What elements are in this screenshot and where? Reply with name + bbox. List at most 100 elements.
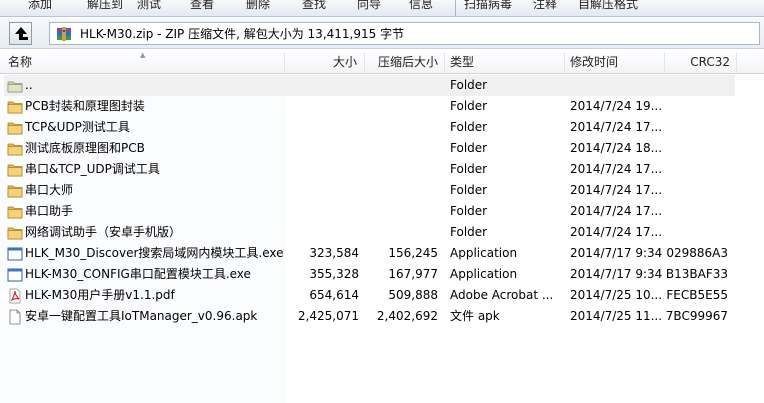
column-packed-size[interactable]: 压缩后大小 [365, 51, 444, 74]
address-bar: HLK-M30.zip - ZIP 压缩文件, 解包大小为 13,411,915… [0, 18, 764, 49]
cell-name: 串口助手 [25, 204, 74, 218]
cell-size [285, 180, 359, 201]
cell-name: 安卓一键配置工具IoTManager_v0.96.apk [25, 309, 258, 323]
cell-crc32 [664, 138, 728, 159]
table-row[interactable]: 测试底板原理图和PCB Folder 2014/7/24 18... [0, 138, 764, 159]
archive-path-text: HLK-M30.zip - ZIP 压缩文件, 解包大小为 13,411,915… [80, 27, 405, 41]
cell-size [285, 96, 359, 117]
table-row[interactable]: 安卓一键配置工具IoTManager_v0.96.apk 2,425,071 2,4… [0, 306, 764, 327]
column-name[interactable]: 名称 [2, 51, 284, 74]
table-row[interactable]: 串口&TCP_UDP调试工具 Folder 2014/7/24 17... [0, 159, 764, 180]
cell-crc32: 029886A3 [666, 246, 728, 260]
info-button[interactable]: 信息 [409, 0, 433, 14]
column-type[interactable]: 类型 [444, 51, 564, 74]
folder-icon [7, 183, 23, 199]
table-row[interactable]: 串口助手 Folder 2014/7/24 17... [0, 201, 764, 222]
folder-icon [7, 162, 23, 178]
column-modified[interactable]: 修改时间 [564, 51, 664, 74]
cell-modified [570, 75, 664, 96]
cell-crc32: B13BAF33 [665, 267, 728, 281]
cell-type: 文件 apk [450, 309, 500, 323]
extract-to-button[interactable]: 解压到 [87, 0, 123, 14]
folder-icon [7, 99, 23, 115]
cell-size: 355,328 [309, 267, 359, 281]
cell-size [285, 138, 359, 159]
cell-name: 网络调试助手（安卓手机版） [25, 225, 182, 239]
cell-modified: 2014/7/24 17... [570, 225, 663, 239]
cell-type: Folder [450, 162, 488, 176]
folder-icon [7, 120, 23, 136]
cell-size [285, 117, 359, 138]
up-one-level-button[interactable] [9, 22, 32, 45]
cell-size [285, 201, 359, 222]
cell-packed-size [365, 138, 438, 159]
table-row[interactable]: HLK-M30_CONFIG串口配置模块工具.exe 355,328 167,977… [0, 264, 764, 285]
cell-modified: 2014/7/25 11... [570, 309, 663, 323]
cell-name: PCB封装和原理图封装 [25, 99, 145, 113]
cell-size [285, 159, 359, 180]
cell-modified: 2014/7/24 17... [570, 120, 663, 134]
cell-crc32 [664, 96, 728, 117]
cell-packed-size: 509,888 [388, 288, 438, 302]
table-row[interactable]: 串口大师 Folder 2014/7/24 17... [0, 180, 764, 201]
cell-size: 323,584 [309, 246, 359, 260]
cell-crc32 [664, 180, 728, 201]
cell-type: Application [450, 246, 518, 260]
cell-size [285, 75, 359, 96]
cell-name: .. [25, 78, 33, 92]
wizard-button[interactable]: 向导 [357, 0, 381, 14]
table-row[interactable]: .. Folder [4, 75, 735, 96]
cell-packed-size [365, 222, 438, 243]
application-icon [7, 267, 23, 283]
view-button[interactable]: 查看 [190, 0, 214, 14]
scan-virus-button[interactable]: 扫描病毒 [464, 0, 512, 14]
table-row[interactable]: HLK-M30用户手册v1.1.pdf 654,614 509,888 Adobe A… [0, 285, 764, 306]
table-row[interactable]: 网络调试助手（安卓手机版） Folder 2014/7/24 17... [0, 222, 764, 243]
table-row[interactable]: PCB封装和原理图封装 Folder 2014/7/24 19... [0, 96, 764, 117]
cell-name: TCP&UDP测试工具 [25, 120, 130, 134]
folder-icon [7, 141, 23, 157]
cell-type: Application [450, 267, 518, 281]
cell-modified: 2014/7/24 17... [570, 204, 663, 218]
cell-packed-size [365, 180, 438, 201]
cell-name: 串口大师 [25, 183, 74, 197]
folder-icon [7, 225, 23, 241]
cell-packed-size [365, 75, 438, 96]
cell-size: 2,425,071 [297, 309, 359, 323]
table-row[interactable]: TCP&UDP测试工具 Folder 2014/7/24 17... [0, 117, 764, 138]
sfx-button[interactable]: 自解压格式 [578, 0, 638, 14]
cell-crc32 [664, 201, 728, 222]
column-header: ▲ 名称 大小 压缩后大小 类型 修改时间 CRC32 [0, 51, 764, 74]
table-row[interactable]: HLK_M30_Discover搜索局域网内模块工具.exe 323,584 156… [0, 243, 764, 264]
add-button[interactable]: 添加 [28, 0, 52, 14]
cell-name: 串口&TCP_UDP调试工具 [25, 162, 160, 176]
parent-folder-icon [7, 78, 23, 94]
cell-packed-size [365, 159, 438, 180]
delete-button[interactable]: 删除 [246, 0, 270, 14]
cell-packed-size [365, 117, 438, 138]
cell-crc32 [664, 117, 728, 138]
folder-icon [7, 204, 23, 220]
cell-modified: 2014/7/17 9:34 [570, 246, 663, 260]
cell-modified: 2014/7/24 17... [570, 183, 663, 197]
cell-crc32 [664, 75, 728, 96]
path-field[interactable]: HLK-M30.zip - ZIP 压缩文件, 解包大小为 13,411,915… [49, 22, 760, 45]
cell-packed-size [365, 201, 438, 222]
find-button[interactable]: 查找 [302, 0, 326, 14]
comment-button[interactable]: 注释 [533, 0, 557, 14]
column-crc32[interactable]: CRC32 [664, 51, 736, 74]
cell-size [285, 222, 359, 243]
cell-type: Folder [450, 120, 488, 134]
cell-modified: 2014/7/17 9:34 [570, 267, 663, 281]
file-icon [7, 309, 23, 325]
cell-crc32: FECB5E55 [666, 288, 728, 302]
cell-crc32 [664, 222, 728, 243]
cell-name: HLK-M30用户手册v1.1.pdf [25, 288, 175, 302]
cell-type: Folder [450, 141, 488, 155]
test-button[interactable]: 测试 [137, 0, 161, 14]
cell-crc32 [664, 159, 728, 180]
cell-name: HLK-M30_CONFIG串口配置模块工具.exe [25, 267, 251, 281]
cell-modified: 2014/7/24 17... [570, 162, 663, 176]
column-size[interactable]: 大小 [285, 51, 363, 74]
pdf-icon [7, 288, 23, 304]
